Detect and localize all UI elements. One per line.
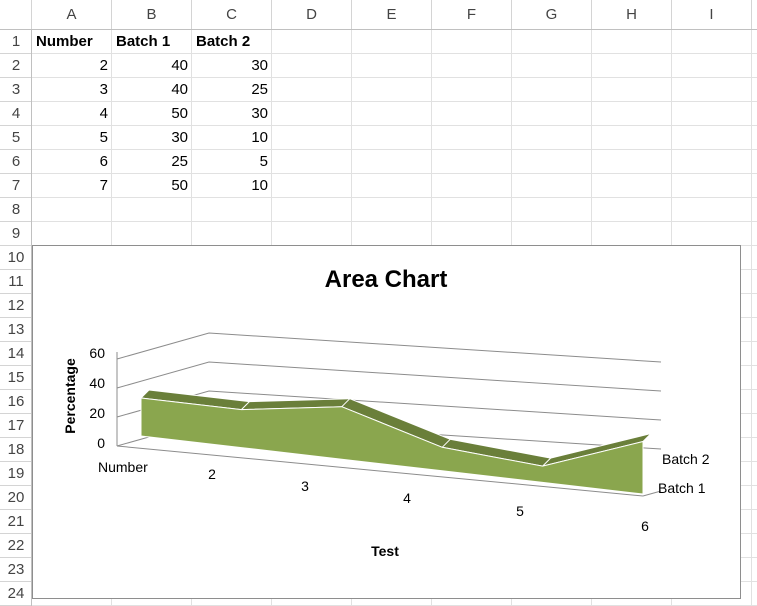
cell-b5[interactable]: 30 [112,126,192,150]
y-tick-label: 60 [89,345,105,361]
row-header-24[interactable]: 24 [0,582,32,606]
y-tick-label: 0 [97,435,105,451]
y-gridline [116,332,662,363]
row-header-4[interactable]: 4 [0,102,32,126]
x-tick-label: Number [98,459,148,475]
row-header-13[interactable]: 13 [0,318,32,342]
cell-c3[interactable]: 25 [192,78,272,102]
cell-c4[interactable]: 30 [192,102,272,126]
column-header-d[interactable]: D [272,0,352,30]
row-header-6[interactable]: 6 [0,150,32,174]
cell-a7[interactable]: 7 [32,174,112,198]
row-header-12[interactable]: 12 [0,294,32,318]
row-header-18[interactable]: 18 [0,438,32,462]
column-header-h[interactable]: H [592,0,672,30]
cell-b7[interactable]: 50 [112,174,192,198]
row-header-3[interactable]: 3 [0,78,32,102]
row-header-7[interactable]: 7 [0,174,32,198]
cell-b4[interactable]: 50 [112,102,192,126]
row-header-10[interactable]: 10 [0,246,32,270]
column-header-f[interactable]: F [432,0,512,30]
row-header-23[interactable]: 23 [0,558,32,582]
x-tick-label: 2 [208,466,216,482]
y-axis-title: Percentage [62,358,78,434]
x-tick-label: 6 [641,518,649,534]
cell-b6[interactable]: 25 [112,150,192,174]
cell-c5[interactable]: 10 [192,126,272,150]
row-header-9[interactable]: 9 [0,222,32,246]
row-header-2[interactable]: 2 [0,54,32,78]
cell-b3[interactable]: 40 [112,78,192,102]
x-tick-label: 5 [516,503,524,519]
row-header-15[interactable]: 15 [0,366,32,390]
row-header-14[interactable]: 14 [0,342,32,366]
row-header-8[interactable]: 8 [0,198,32,222]
row-header-22[interactable]: 22 [0,534,32,558]
x-tick-label: 4 [403,490,411,506]
cell-b1[interactable]: Batch 1 [112,30,192,54]
cell-gridline [751,30,752,606]
x-axis-title: Test [371,543,399,559]
area-front-batch-1 [140,397,644,495]
row-header-5[interactable]: 5 [0,126,32,150]
cell-c6[interactable]: 5 [192,150,272,174]
row-header-17[interactable]: 17 [0,414,32,438]
cell-a3[interactable]: 3 [32,78,112,102]
cell-a2[interactable]: 2 [32,54,112,78]
row-header-19[interactable]: 19 [0,462,32,486]
cell-a5[interactable]: 5 [32,126,112,150]
row-header-1[interactable]: 1 [0,30,32,54]
cell-c2[interactable]: 30 [192,54,272,78]
area-chart[interactable]: Area Chart Test Percentage 60 40 20 0 Nu… [32,245,741,599]
cell-c1[interactable]: Batch 2 [192,30,272,54]
cell-a1[interactable]: Number [32,30,112,54]
column-header-e[interactable]: E [352,0,432,30]
row-header-20[interactable]: 20 [0,486,32,510]
column-header-c[interactable]: C [192,0,272,30]
select-all-corner[interactable] [0,0,32,30]
row-header-21[interactable]: 21 [0,510,32,534]
series-label-batch-2: Batch 2 [662,451,710,467]
y-tick-label: 20 [89,405,105,421]
column-header-g[interactable]: G [512,0,592,30]
chart-svg: Area Chart Test Percentage 60 40 20 0 Nu… [62,266,710,559]
column-header-a[interactable]: A [32,0,112,30]
chart-title: Area Chart [325,266,448,293]
cell-b2[interactable]: 40 [112,54,192,78]
y-tick-label: 40 [89,375,105,391]
cell-a6[interactable]: 6 [32,150,112,174]
column-header-b[interactable]: B [112,0,192,30]
series-label-batch-1: Batch 1 [658,480,706,496]
cell-c7[interactable]: 10 [192,174,272,198]
cell-a4[interactable]: 4 [32,102,112,126]
cell-gridline [32,221,757,222]
y-gridline [116,361,662,392]
chart-areas [139,389,653,495]
x-tick-label: 3 [301,478,309,494]
row-header-16[interactable]: 16 [0,390,32,414]
row-header-11[interactable]: 11 [0,270,32,294]
column-header-i[interactable]: I [672,0,752,30]
